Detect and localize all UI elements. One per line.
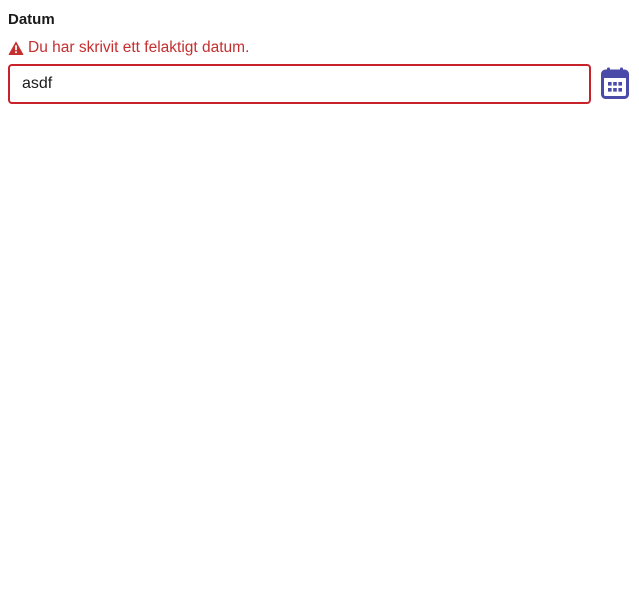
error-message-text: Du har skrivit ett felaktigt datum. xyxy=(28,39,250,56)
error-message: Du har skrivit ett felaktigt datum. xyxy=(8,38,631,58)
warning-triangle-icon xyxy=(8,40,24,56)
date-field: Datum Du har skrivit ett felaktigt datum… xyxy=(8,10,631,104)
date-input[interactable] xyxy=(8,64,591,104)
date-input-row xyxy=(8,64,631,104)
calendar-button[interactable] xyxy=(600,67,630,101)
date-field-label: Datum xyxy=(8,11,55,28)
calendar-icon xyxy=(601,67,629,102)
